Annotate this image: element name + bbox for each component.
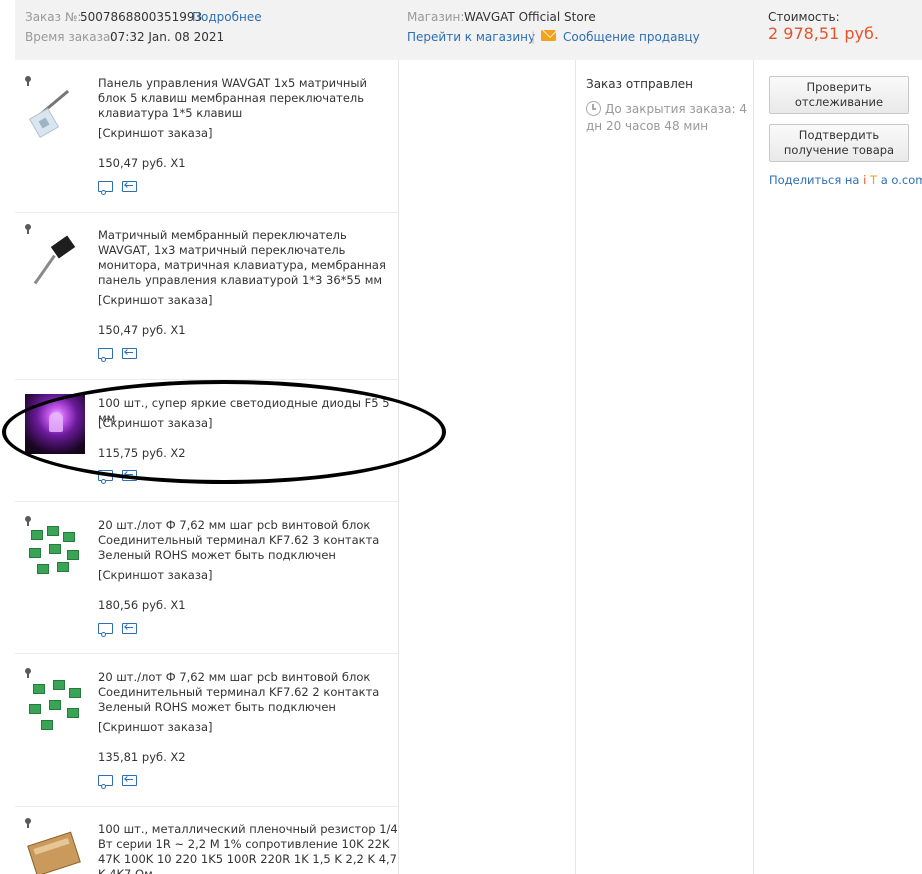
terminal-block-shape bbox=[29, 548, 41, 558]
product-title-link[interactable]: 20 шт./лот Ф 7,62 мм шаг pcb винтовой бл… bbox=[98, 518, 398, 563]
row-divider bbox=[15, 653, 398, 654]
order-screenshot-link[interactable]: [Скриншот заказа] bbox=[98, 293, 212, 307]
product-image[interactable] bbox=[25, 224, 83, 292]
share-link[interactable]: Поделиться на i T a o.com bbox=[769, 173, 922, 187]
truck-icon[interactable] bbox=[98, 623, 113, 637]
column-divider bbox=[398, 60, 399, 874]
product-image-keypad bbox=[28, 107, 60, 139]
order-screenshot-link[interactable]: [Скриншот заказа] bbox=[98, 416, 212, 430]
order-time: 07:32 Jan. 08 2021 bbox=[110, 30, 225, 44]
terminal-block-shape bbox=[67, 550, 79, 560]
terminal-block-shape bbox=[63, 532, 75, 542]
terminal-block-shape bbox=[47, 526, 59, 536]
terminal-block-shape bbox=[49, 700, 61, 710]
item-actions bbox=[98, 469, 158, 484]
truck-icon[interactable] bbox=[98, 181, 113, 195]
share-brand-part: T bbox=[870, 173, 878, 187]
cost-label: Стоимость: bbox=[768, 10, 840, 24]
terminal-block-shape bbox=[37, 564, 49, 574]
row-divider bbox=[15, 501, 398, 502]
return-icon[interactable] bbox=[122, 348, 137, 359]
message-seller-link[interactable]: Сообщение продавцу bbox=[563, 29, 700, 45]
item-price: 150,47 руб. X1 bbox=[98, 323, 186, 337]
order-screenshot-link[interactable]: [Скриншот заказа] bbox=[98, 568, 212, 582]
return-icon[interactable] bbox=[122, 470, 137, 481]
order-total-cost: 2 978,51 руб. bbox=[768, 24, 879, 43]
terminal-block-shape bbox=[41, 720, 53, 730]
order-details-link[interactable]: Подробнее bbox=[192, 9, 262, 25]
product-image[interactable] bbox=[25, 818, 83, 874]
truck-icon[interactable] bbox=[98, 348, 113, 362]
product-image[interactable] bbox=[25, 516, 83, 584]
product-image-cable bbox=[33, 254, 56, 285]
header-separator: | bbox=[531, 30, 536, 44]
terminal-block-shape bbox=[29, 704, 41, 714]
product-image[interactable] bbox=[25, 394, 85, 454]
pin-icon bbox=[25, 818, 31, 828]
product-image[interactable] bbox=[25, 668, 83, 736]
order-number: 5007868800351993 bbox=[80, 10, 203, 24]
return-icon[interactable] bbox=[122, 623, 137, 634]
pin-icon bbox=[25, 224, 31, 234]
store-name: WAVGAT Official Store bbox=[464, 10, 596, 24]
product-image-led bbox=[25, 394, 85, 454]
item-actions bbox=[98, 180, 158, 195]
item-price: 150,47 руб. X1 bbox=[98, 156, 186, 170]
confirm-receipt-button[interactable]: Подтвердить получение товара bbox=[769, 124, 909, 162]
product-image[interactable] bbox=[25, 76, 83, 144]
terminal-block-shape bbox=[69, 688, 81, 698]
product-title-link[interactable]: Панель управления WAVGAT 1x5 матричный б… bbox=[98, 76, 398, 121]
pin-icon bbox=[25, 76, 31, 86]
terminal-block-shape bbox=[49, 544, 61, 554]
product-title-link[interactable]: 100 шт., металлический пленочный резисто… bbox=[98, 822, 398, 874]
item-price: 180,56 руб. X1 bbox=[98, 598, 186, 612]
terminal-block-shape bbox=[33, 684, 45, 694]
order-close-countdown: До закрытия заказа: 4 дн 20 часов 48 мин bbox=[586, 102, 747, 133]
truck-icon[interactable] bbox=[98, 470, 113, 484]
column-divider bbox=[575, 60, 576, 874]
item-actions bbox=[98, 774, 158, 789]
check-tracking-button[interactable]: Проверить отслеживание bbox=[769, 76, 909, 114]
go-to-store-link[interactable]: Перейти к магазину bbox=[407, 29, 535, 45]
terminal-block-shape bbox=[53, 680, 65, 690]
product-image-box bbox=[27, 831, 81, 874]
truck-icon[interactable] bbox=[98, 775, 113, 789]
product-title-link[interactable]: Матричный мембранный переключатель WAVGA… bbox=[98, 228, 398, 288]
return-icon[interactable] bbox=[122, 775, 137, 786]
share-brand-part: a bbox=[880, 173, 888, 187]
pin-icon bbox=[25, 516, 31, 526]
share-prefix: Поделиться на bbox=[769, 173, 864, 187]
share-brand-part: i bbox=[863, 173, 867, 187]
row-divider bbox=[15, 806, 398, 807]
order-screenshot-link[interactable]: [Скриншот заказа] bbox=[98, 126, 212, 140]
product-title-link[interactable]: 20 шт./лот Ф 7,62 мм шаг pcb винтовой бл… bbox=[98, 670, 398, 715]
item-price: 115,75 руб. X2 bbox=[98, 446, 186, 460]
terminal-block-shape bbox=[31, 530, 43, 540]
order-time-label: Время заказа: bbox=[25, 30, 115, 44]
share-brand-part: o.com bbox=[891, 173, 922, 187]
item-price: 135,81 руб. X2 bbox=[98, 750, 186, 764]
item-actions bbox=[98, 622, 158, 637]
row-divider bbox=[15, 379, 398, 380]
order-screenshot-link[interactable]: [Скриншот заказа] bbox=[98, 720, 212, 734]
column-divider bbox=[753, 60, 754, 874]
terminal-block-shape bbox=[67, 708, 79, 718]
order-status: Заказ отправлен bbox=[586, 77, 693, 91]
store-label: Магазин: bbox=[407, 10, 465, 24]
item-actions bbox=[98, 347, 158, 362]
return-icon[interactable] bbox=[122, 181, 137, 192]
pin-icon bbox=[25, 668, 31, 678]
terminal-block-shape bbox=[57, 562, 69, 572]
row-divider bbox=[15, 212, 398, 213]
mail-icon[interactable] bbox=[541, 30, 556, 41]
order-number-label: Заказ №: bbox=[25, 10, 82, 24]
